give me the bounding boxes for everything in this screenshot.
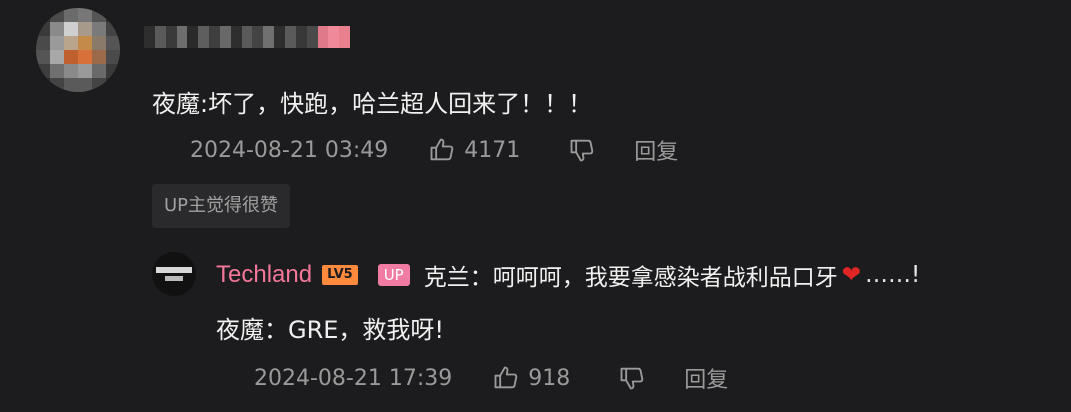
- like-button[interactable]: 4171: [428, 136, 520, 164]
- dislike-button[interactable]: [568, 136, 596, 164]
- level-badge: LV5: [322, 265, 358, 285]
- comment-text: 夜魔:坏了，快跑，哈兰超人回来了！！！: [152, 90, 593, 118]
- like-count: 4171: [464, 137, 521, 163]
- reply-username[interactable]: Techland: [216, 261, 312, 289]
- reply-timestamp: 2024-08-21 17:39: [254, 365, 453, 391]
- reply-text-line1: 克兰：呵呵呵，我要拿感染者战利品口牙: [423, 265, 838, 291]
- reply-header: Techland LV5 UP 克兰：呵呵呵，我要拿感染者战利品口牙 ❤ ……!: [216, 258, 920, 292]
- avatar[interactable]: [36, 8, 120, 92]
- reply-avatar[interactable]: [152, 252, 196, 296]
- reply-reply-button[interactable]: 回复: [684, 362, 728, 394]
- heart-emoji: ❤: [841, 262, 861, 288]
- reply-dislike-button[interactable]: [618, 364, 646, 392]
- reply-meta: 2024-08-21 17:39 918 回复: [254, 362, 728, 394]
- username-blurred[interactable]: [144, 26, 351, 48]
- up-liked-badge: UP主觉得很赞: [152, 184, 291, 228]
- like-icon: [430, 138, 454, 161]
- reply-button[interactable]: 回复: [634, 134, 678, 166]
- dislike-icon: [570, 139, 594, 162]
- reply-like-count: 918: [528, 365, 571, 391]
- comment-timestamp: 2024-08-21 03:49: [190, 137, 389, 163]
- reply-text-line1-end: ……!: [865, 262, 921, 288]
- up-badge: UP: [377, 264, 410, 286]
- dislike-icon: [620, 367, 644, 390]
- like-icon: [494, 366, 518, 389]
- reply-text-line2: 夜魔：GRE，救我呀!: [216, 316, 445, 344]
- comment-meta: 2024-08-21 03:49 4171 回复: [190, 134, 678, 166]
- reply-like-button[interactable]: 918: [492, 364, 570, 392]
